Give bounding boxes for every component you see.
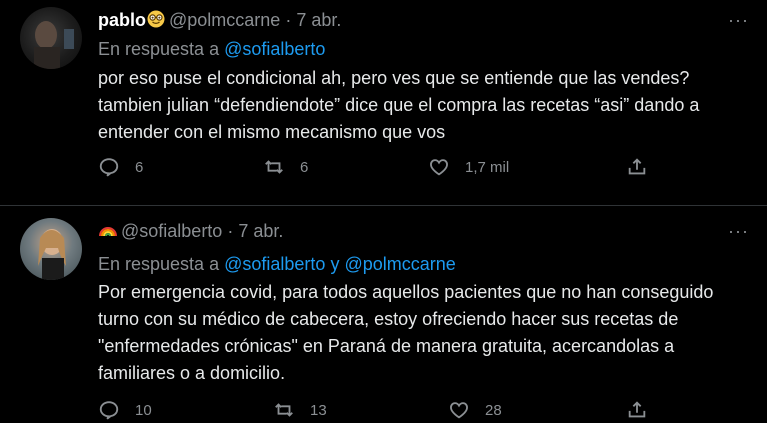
like-count: 28 — [485, 401, 502, 419]
heart-icon — [430, 159, 448, 176]
reply-context: En respuesta a @sofialberto y @polmccarn… — [98, 254, 456, 275]
heart-icon — [450, 402, 468, 419]
avatar[interactable] — [20, 7, 82, 69]
reply-count: 6 — [135, 158, 144, 176]
tweet[interactable]: @sofialberto · 7 abr. ··· En respuesta a… — [0, 207, 767, 422]
reply-prefix: En respuesta a — [98, 254, 220, 274]
separator: · — [227, 221, 234, 241]
like-count: 1,7 mil — [465, 158, 510, 176]
tweet-actions: 10 13 28 — [98, 399, 658, 423]
reply-prefix: En respuesta a — [98, 39, 220, 59]
retweet-icon — [275, 403, 293, 417]
reply-context: En respuesta a @sofialberto — [98, 39, 325, 60]
retweet-count: 13 — [310, 401, 327, 419]
retweet-button[interactable]: 6 — [263, 156, 308, 178]
mention-link[interactable]: @sofialberto — [224, 254, 325, 274]
mention-link-2[interactable]: @polmccarne — [344, 254, 455, 274]
more-options-icon[interactable]: ··· — [728, 221, 749, 242]
retweet-icon — [265, 160, 283, 174]
timestamp[interactable]: 7 abr. — [296, 10, 341, 30]
tweet-divider — [0, 205, 767, 206]
timestamp[interactable]: 7 abr. — [238, 221, 283, 241]
like-button[interactable]: 28 — [448, 399, 502, 421]
tweet-actions: 6 6 1,7 mil — [98, 156, 658, 180]
tweet-text: por eso puse el condicional ah, pero ves… — [98, 68, 700, 142]
handle[interactable]: @sofialberto — [121, 221, 222, 241]
handle[interactable]: @polmccarne — [169, 10, 280, 30]
tweet-header: pablo @polmccarne · 7 abr. — [98, 10, 341, 31]
tweet-header: @sofialberto · 7 abr. — [98, 221, 283, 242]
tweet-text: Por emergencia covid, para todos aquello… — [98, 282, 714, 383]
reply-button[interactable]: 6 — [98, 156, 143, 178]
mention-link[interactable]: @sofialberto — [224, 39, 325, 59]
reply-count: 10 — [135, 401, 152, 419]
share-icon — [628, 401, 646, 418]
rainbow-emoji-icon — [99, 221, 117, 239]
display-name[interactable]: pablo — [98, 10, 146, 30]
separator: · — [285, 10, 292, 30]
share-button[interactable] — [626, 156, 663, 178]
retweet-count: 6 — [300, 158, 309, 176]
more-options-icon[interactable]: ··· — [728, 10, 749, 31]
avatar[interactable] — [20, 218, 82, 280]
nerd-face-emoji-icon — [147, 10, 165, 28]
like-button[interactable]: 1,7 mil — [428, 156, 509, 178]
reply-icon — [99, 401, 119, 420]
tweet[interactable]: pablo @polmccarne · 7 abr. ··· En respues… — [0, 0, 767, 206]
reply-button[interactable]: 10 — [98, 399, 152, 421]
reply-icon — [99, 158, 119, 177]
share-button[interactable] — [626, 399, 663, 421]
retweet-button[interactable]: 13 — [273, 399, 327, 421]
share-icon — [628, 158, 646, 175]
reply-joiner: y — [330, 254, 340, 274]
